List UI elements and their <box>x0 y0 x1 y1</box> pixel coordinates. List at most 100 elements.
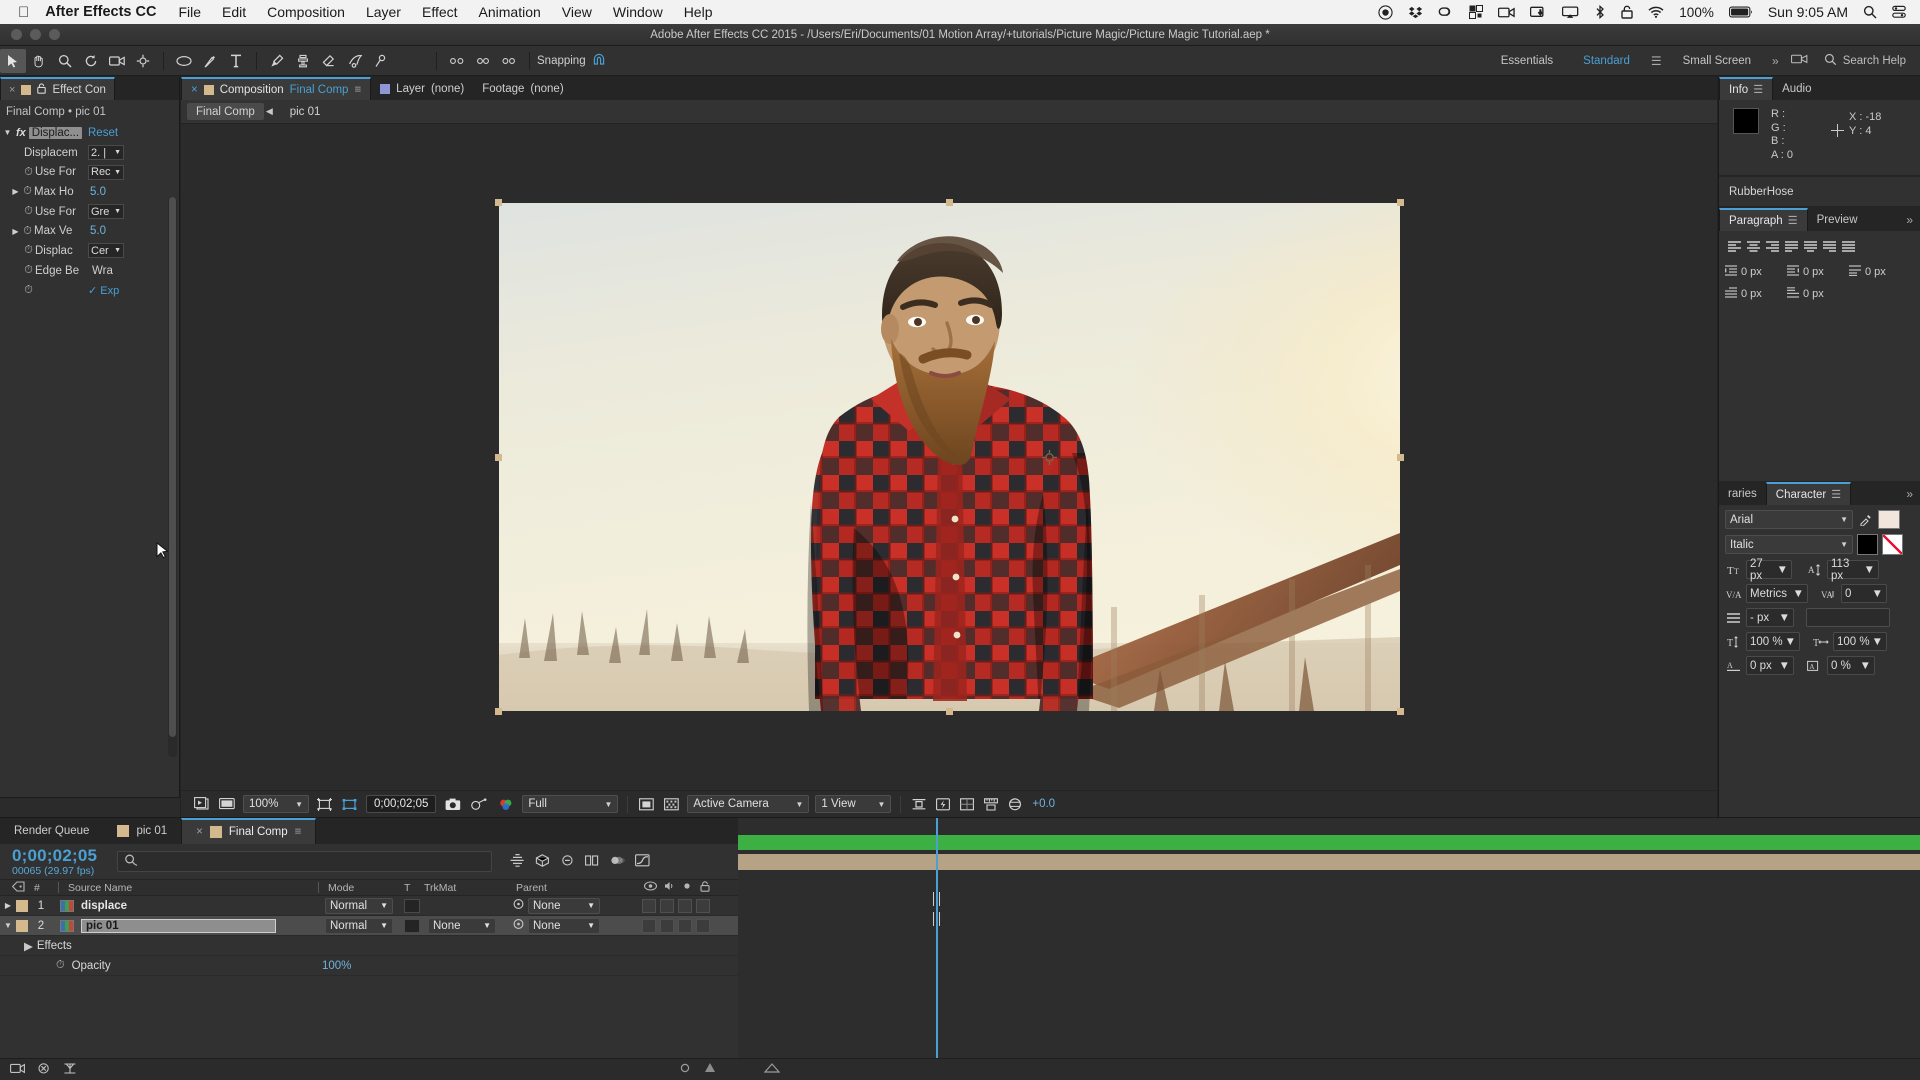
timeline-zoom-in-icon[interactable] <box>763 1062 781 1077</box>
align-left-icon[interactable] <box>1725 238 1744 255</box>
frame-render-time-icon[interactable] <box>63 1062 77 1078</box>
label-color-swatch[interactable] <box>16 919 28 932</box>
stroke-swatch[interactable] <box>1882 534 1903 555</box>
toggle-rulers-icon[interactable] <box>979 795 1003 814</box>
layer-name-input[interactable]: pic 01 <box>81 918 276 933</box>
menu-file[interactable]: File <box>178 4 201 20</box>
bluetooth-icon[interactable] <box>1594 5 1606 19</box>
menubar-clock[interactable]: Sun 9:05 AM <box>1768 4 1848 20</box>
stopwatch-icon[interactable]: ⏱ <box>22 166 35 179</box>
screen-share-icon[interactable] <box>1530 6 1547 19</box>
panel-menu-icon[interactable]: ≡ <box>295 826 302 838</box>
type-tool[interactable] <box>223 49 249 73</box>
column-mode[interactable]: Mode <box>328 882 354 894</box>
zoom-select[interactable]: 100% ▼ <box>243 795 309 813</box>
anchor-point-icon[interactable] <box>1041 450 1057 465</box>
workspace-essentials[interactable]: Essentials <box>1486 46 1568 76</box>
selection-handle-mr[interactable] <box>1396 454 1404 461</box>
zoom-tool[interactable] <box>52 49 78 73</box>
chevron-double-right-icon[interactable]: » <box>1899 213 1920 227</box>
draft-3d-icon[interactable] <box>535 853 550 870</box>
tsume-value[interactable]: 0 % ▼ <box>1827 656 1875 675</box>
property-value[interactable]: 100% <box>322 960 351 972</box>
stopwatch-icon[interactable]: ⏱ <box>22 205 35 218</box>
layer-trkmat-select[interactable]: None ▼ <box>428 917 496 934</box>
delete-icon[interactable] <box>37 1062 51 1078</box>
tab-effect-controls[interactable]: × Effect Con <box>0 77 115 100</box>
column-parent[interactable]: Parent <box>516 882 547 894</box>
tab-audio[interactable]: Audio <box>1773 77 1820 100</box>
tab-character[interactable]: Character ☰ <box>1765 482 1852 505</box>
control-center-icon[interactable] <box>1892 5 1906 19</box>
magnet-icon[interactable] <box>592 53 606 69</box>
audio-switch[interactable] <box>660 898 674 913</box>
viewer-timecode[interactable]: 0;00;02;05 <box>366 795 437 813</box>
font-style-select[interactable]: Italic ▼ <box>1725 535 1853 554</box>
clone-stamp-tool[interactable] <box>290 49 316 73</box>
hide-shy-icon[interactable] <box>560 854 575 870</box>
stopwatch-icon[interactable]: ⏱ <box>21 225 34 238</box>
transparency-grid-icon[interactable] <box>634 795 659 814</box>
battery-icon[interactable] <box>1728 6 1753 18</box>
stopwatch-icon[interactable]: ⏱ <box>22 264 35 277</box>
twirl-icon[interactable]: ▶ <box>0 901 16 910</box>
main-viewer-icon[interactable] <box>214 795 240 814</box>
rotation-tool[interactable] <box>78 49 104 73</box>
selection-handle-bc[interactable] <box>945 708 953 715</box>
solo-switch[interactable] <box>678 918 692 933</box>
align-center-icon[interactable] <box>1744 238 1763 255</box>
selection-handle-bl[interactable] <box>494 708 502 715</box>
panel-menu-icon[interactable]: ☰ <box>1753 83 1763 96</box>
param-select[interactable]: Gre ▼ <box>88 204 124 220</box>
vertical-scale-value[interactable]: 100 % ▼ <box>1746 632 1800 651</box>
twirl-icon[interactable]: ▶ <box>10 227 21 236</box>
tracking-value[interactable]: 0 ▼ <box>1841 584 1887 603</box>
search-workspace-icon[interactable] <box>1785 53 1814 68</box>
column-source-name[interactable]: Source Name <box>68 882 132 894</box>
stroke-width-value[interactable]: - px ▼ <box>1746 608 1794 627</box>
column-t[interactable]: T <box>404 882 410 894</box>
channel-icon[interactable] <box>493 795 519 814</box>
camera-select[interactable]: Active Camera ▼ <box>687 795 810 813</box>
label-color-swatch[interactable] <box>16 899 28 912</box>
playhead-line[interactable] <box>936 818 938 1060</box>
spotlight-icon[interactable] <box>1863 5 1877 19</box>
breadcrumb-pic-01[interactable]: pic 01 <box>281 103 330 120</box>
effect-panel-scrollbar[interactable] <box>168 197 177 757</box>
panel-menu-icon[interactable]: ≡ <box>354 84 361 96</box>
tab-render-queue[interactable]: Render Queue <box>0 818 103 844</box>
panel-menu-icon[interactable]: ☰ <box>1831 488 1841 501</box>
layer-parent-select[interactable]: None ▼ <box>528 917 600 934</box>
wifi-icon[interactable] <box>1648 6 1664 18</box>
param-checkbox[interactable]: ✓ Exp <box>88 284 119 297</box>
effect-param-row[interactable]: Displacem 2. | ▼ <box>0 143 179 163</box>
menu-help[interactable]: Help <box>684 4 713 20</box>
tab-paragraph[interactable]: Paragraph ☰ <box>1719 208 1808 231</box>
exposure-value[interactable]: +0.0 <box>1027 795 1060 814</box>
always-preview-icon[interactable] <box>189 795 214 814</box>
tab-footage[interactable]: Footage (none) <box>473 77 572 100</box>
selection-handle-ml[interactable] <box>494 454 502 461</box>
fill-swatch[interactable] <box>1857 534 1878 555</box>
tab-libraries[interactable]: raries <box>1719 482 1766 505</box>
layer-bar-pic-01[interactable] <box>738 854 1920 870</box>
indent-first-line-field[interactable]: 0 px <box>1725 285 1787 303</box>
stopwatch-icon[interactable]: ⏱ <box>21 185 34 198</box>
snapping-toggle[interactable]: Snapping <box>537 53 606 69</box>
menu-composition[interactable]: Composition <box>267 4 345 20</box>
grid-icon[interactable] <box>1469 5 1484 19</box>
audio-switch[interactable] <box>660 918 674 933</box>
lock-icon[interactable] <box>37 82 47 97</box>
column-number[interactable]: # <box>34 882 40 894</box>
eyedropper-icon[interactable] <box>1857 511 1874 528</box>
views-select[interactable]: 1 View ▼ <box>815 795 892 813</box>
lock-switch[interactable] <box>696 898 710 913</box>
align-right-icon[interactable] <box>496 49 522 73</box>
twirl-icon[interactable]: ▼ <box>0 921 16 930</box>
fast-preview-icon[interactable] <box>931 795 955 814</box>
font-size-value[interactable]: 27 px ▼ <box>1746 558 1792 582</box>
label-color-icon[interactable] <box>11 880 25 895</box>
camera-icon[interactable] <box>1498 6 1516 19</box>
tab-composition[interactable]: × Composition Final Comp ≡ <box>181 77 372 100</box>
stroke-style-select[interactable] <box>1806 608 1890 627</box>
